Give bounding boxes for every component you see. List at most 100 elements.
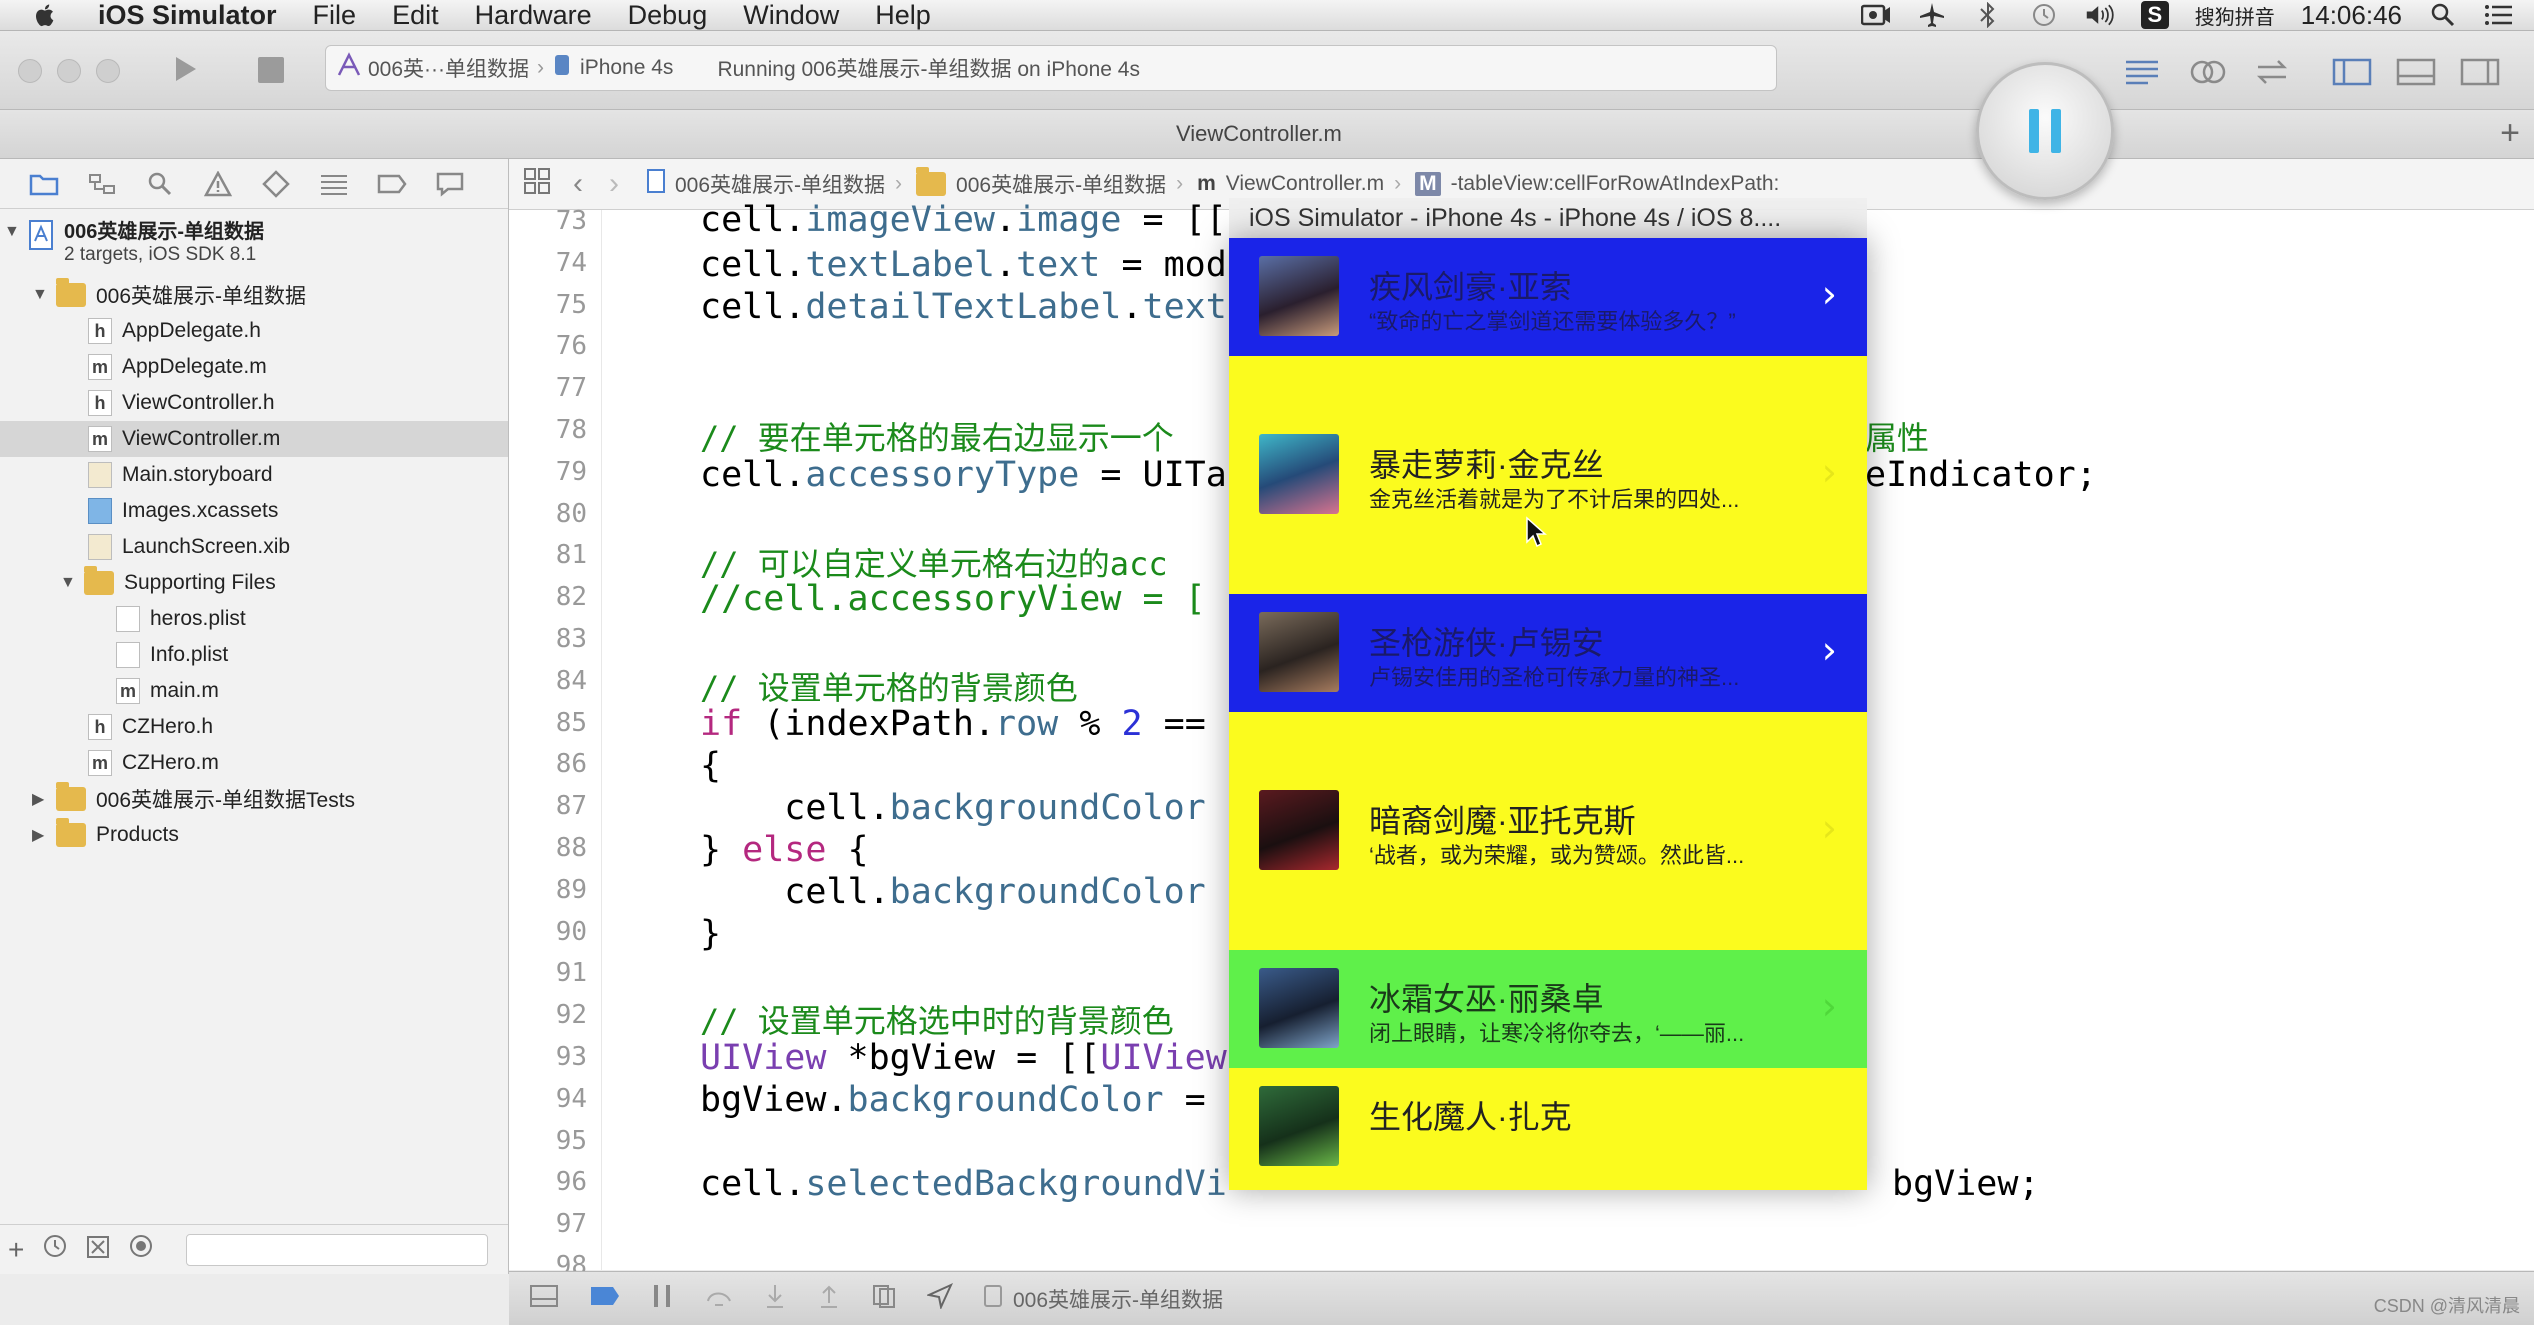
back-arrow-icon[interactable]: ‹ bbox=[573, 167, 583, 201]
step-into-icon[interactable] bbox=[763, 1283, 787, 1315]
menu-app-name[interactable]: iOS Simulator bbox=[98, 0, 277, 31]
assistant-editor-icon[interactable] bbox=[2188, 57, 2228, 92]
notification-center-icon[interactable] bbox=[2484, 2, 2514, 28]
table-row[interactable]: 暴走萝莉·金克丝 金克丝活着就是为了不计后果的四处... › bbox=[1229, 356, 1867, 594]
toggle-navigator-icon[interactable] bbox=[2332, 57, 2372, 92]
table-row[interactable]: 生化魔人·扎克 bbox=[1229, 1068, 1867, 1190]
debug-navigator-icon[interactable] bbox=[318, 169, 350, 199]
tree-file-main-m[interactable]: m main.m bbox=[116, 673, 219, 709]
spotlight-icon[interactable] bbox=[2428, 2, 2458, 28]
tree-label: CZHero.h bbox=[122, 715, 214, 738]
menu-window[interactable]: Window bbox=[743, 0, 839, 31]
disclosure-open-icon[interactable]: ▼ bbox=[4, 223, 22, 241]
breakpoint-navigator-icon[interactable] bbox=[376, 169, 408, 199]
line-number: 73 bbox=[555, 206, 587, 236]
airplane-icon[interactable] bbox=[1917, 2, 1947, 28]
cell-title: 暗裔剑魔·亚托克斯 bbox=[1369, 803, 1636, 839]
version-editor-icon[interactable] bbox=[2252, 57, 2292, 92]
menu-edit[interactable]: Edit bbox=[392, 0, 439, 31]
volume-icon[interactable] bbox=[2085, 2, 2115, 28]
jump-label: ViewController.m bbox=[1225, 172, 1385, 195]
disclosure-open-icon[interactable]: ▼ bbox=[60, 574, 78, 592]
recording-pause-button[interactable] bbox=[1976, 62, 2114, 200]
tree-project-root[interactable]: ▼ 006英雄展示-单组数据 2 targets, iOS SDK 8.1 bbox=[4, 215, 264, 273]
simulator-window-title[interactable]: iOS Simulator - iPhone 4s - iPhone 4s / … bbox=[1229, 198, 1867, 238]
tree-file-appdelegate-h[interactable]: h AppDelegate.h bbox=[88, 313, 261, 349]
menu-file[interactable]: File bbox=[313, 0, 357, 31]
apple-icon[interactable] bbox=[30, 1, 60, 29]
test-navigator-icon[interactable] bbox=[260, 169, 292, 199]
tree-group-supporting-files[interactable]: ▼ Supporting Files bbox=[60, 565, 276, 601]
step-out-icon[interactable] bbox=[817, 1283, 841, 1315]
toggle-debug-area-icon[interactable] bbox=[2396, 57, 2436, 92]
debug-target-label[interactable]: 006英雄展示-单组数据 bbox=[1013, 1284, 1223, 1314]
window-minimize-button[interactable] bbox=[57, 59, 81, 83]
symbol-navigator-icon[interactable] bbox=[86, 169, 118, 199]
tree-file-heros-plist[interactable]: heros.plist bbox=[116, 601, 246, 637]
source-control-filter-icon[interactable] bbox=[86, 1234, 110, 1266]
table-row[interactable]: 暗裔剑魔·亚托克斯 ‘战者，或为荣耀，或为赞颂。然此皆... › bbox=[1229, 712, 1867, 950]
window-zoom-button[interactable] bbox=[96, 59, 120, 83]
menu-help[interactable]: Help bbox=[875, 0, 931, 31]
step-over-icon[interactable] bbox=[705, 1283, 733, 1315]
table-row[interactable]: 疾风剑豪·亚索 “致命的亡之掌剑道还需要体验多久？” › bbox=[1229, 238, 1867, 356]
standard-editor-icon[interactable] bbox=[2122, 57, 2162, 92]
menu-clock[interactable]: 14:06:46 bbox=[2301, 0, 2402, 31]
related-items-icon[interactable] bbox=[523, 167, 551, 201]
jump-project[interactable]: 006英雄展示-单组数据 › bbox=[647, 169, 902, 199]
scheme-selector[interactable]: 006英···单组数据 bbox=[368, 53, 529, 83]
disclosure-open-icon[interactable]: ▼ bbox=[32, 286, 50, 304]
tab-viewcontroller-m[interactable]: ViewController.m bbox=[1176, 121, 1342, 147]
find-navigator-icon[interactable] bbox=[144, 169, 176, 199]
tree-file-images-xcassets[interactable]: Images.xcassets bbox=[88, 493, 278, 529]
tree-group-main[interactable]: ▼ 006英雄展示-单组数据 bbox=[32, 277, 306, 313]
new-tab-icon[interactable]: + bbox=[2500, 114, 2520, 153]
add-file-icon[interactable]: + bbox=[8, 1234, 24, 1266]
input-method-label[interactable]: 搜狗拼音 bbox=[2195, 1, 2275, 30]
jump-method[interactable]: M -tableView:cellForRowAtIndexPath: bbox=[1415, 172, 1779, 196]
code-line: cell.textLabel.text = mod bbox=[700, 245, 1227, 285]
breakpoints-toggle-icon[interactable] bbox=[589, 1285, 621, 1313]
tree-file-launchscreen-xib[interactable]: LaunchScreen.xib bbox=[88, 529, 290, 565]
code-comment: // 设置单元格的背景颜色 bbox=[700, 669, 1078, 707]
menu-debug[interactable]: Debug bbox=[628, 0, 708, 31]
pause-execution-icon[interactable] bbox=[651, 1283, 675, 1315]
recent-files-icon[interactable] bbox=[42, 1233, 68, 1266]
tree-file-viewcontroller-m[interactable]: m ViewController.m bbox=[0, 421, 508, 457]
issue-navigator-icon[interactable] bbox=[202, 169, 234, 199]
filter-search-field[interactable] bbox=[186, 1233, 489, 1266]
disclosure-closed-icon[interactable]: ▶ bbox=[32, 825, 50, 845]
table-row[interactable]: 圣枪游侠·卢锡安 卢锡安佳用的圣枪可传承力量的神圣... › bbox=[1229, 594, 1867, 712]
screen-record-icon[interactable] bbox=[1860, 2, 1891, 28]
disclosure-closed-icon[interactable]: ▶ bbox=[32, 789, 50, 809]
unsaved-filter-icon[interactable] bbox=[128, 1233, 154, 1266]
sogou-input-icon[interactable]: S bbox=[2140, 1, 2169, 29]
hide-debug-area-icon[interactable] bbox=[529, 1284, 559, 1314]
tree-file-viewcontroller-h[interactable]: h ViewController.h bbox=[88, 385, 275, 421]
bluetooth-icon[interactable] bbox=[1973, 2, 2003, 28]
method-icon: M bbox=[1415, 172, 1441, 196]
tree-file-czhero-m[interactable]: m CZHero.m bbox=[88, 745, 219, 781]
line-number: 82 bbox=[555, 582, 587, 613]
view-debugger-icon[interactable] bbox=[871, 1283, 897, 1315]
forward-arrow-icon[interactable]: › bbox=[609, 167, 619, 201]
tree-file-appdelegate-m[interactable]: m AppDelegate.m bbox=[88, 349, 267, 385]
table-row[interactable]: 冰霜女巫·丽桑卓 闭上眼睛，让寒冷将你夺去，‘——丽... › bbox=[1229, 950, 1867, 1068]
device-selector[interactable]: iPhone 4s bbox=[580, 56, 673, 80]
report-navigator-icon[interactable] bbox=[434, 169, 466, 199]
jump-file[interactable]: m ViewController.m › bbox=[1197, 172, 1401, 196]
folder-navigator-icon[interactable] bbox=[28, 169, 60, 199]
tree-group-products[interactable]: ▶ Products bbox=[32, 817, 179, 853]
menu-hardware[interactable]: Hardware bbox=[475, 0, 592, 31]
run-button[interactable] bbox=[168, 53, 200, 90]
jump-group[interactable]: 006英雄展示-单组数据 › bbox=[916, 167, 1183, 199]
tree-file-czhero-h[interactable]: h CZHero.h bbox=[88, 709, 213, 745]
time-machine-icon[interactable] bbox=[2029, 2, 2059, 28]
tree-group-tests[interactable]: ▶ 006英雄展示-单组数据Tests bbox=[32, 781, 355, 817]
stop-button[interactable] bbox=[258, 57, 284, 83]
toggle-utilities-icon[interactable] bbox=[2460, 57, 2500, 92]
tree-file-main-storyboard[interactable]: Main.storyboard bbox=[88, 457, 273, 493]
tree-file-info-plist[interactable]: Info.plist bbox=[116, 637, 228, 673]
simulate-location-icon[interactable] bbox=[925, 1282, 954, 1315]
window-close-button[interactable] bbox=[18, 59, 42, 83]
